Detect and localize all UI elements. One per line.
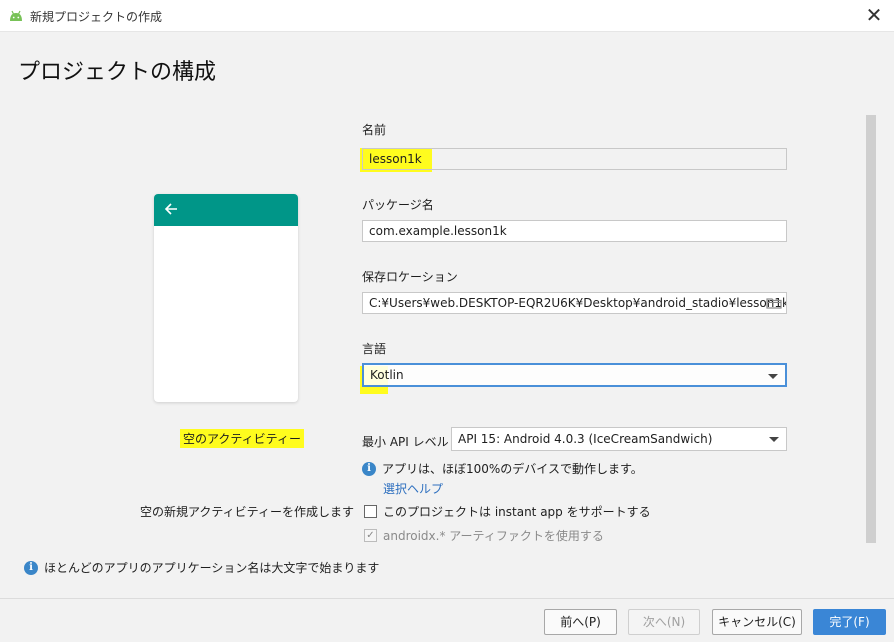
hint-text: ほとんどのアプリのアプリケーション名は大文字で始まります: [44, 561, 380, 575]
info-icon: i: [362, 461, 376, 476]
scrollbar-thumb[interactable]: [866, 115, 876, 543]
package-label: パッケージ名: [362, 198, 434, 212]
help-link[interactable]: 選択ヘルプ: [383, 480, 443, 497]
info-icon: i: [24, 560, 38, 575]
next-button[interactable]: 次へ(N): [628, 609, 700, 635]
app-name-hint: i ほとんどのアプリのアプリケーション名は大文字で始まります: [24, 559, 379, 576]
androidx-row: ✓ androidx.* アーティファクトを使用する: [364, 527, 604, 544]
package-input[interactable]: com.example.lesson1k: [362, 220, 787, 242]
folder-icon[interactable]: [766, 296, 782, 310]
activity-name: 空のアクティビティー: [180, 429, 304, 448]
min-api-value: API 15: Android 4.0.3 (IceCreamSandwich): [458, 432, 713, 446]
preview-app-bar: [154, 194, 298, 226]
chevron-down-icon: [769, 437, 779, 442]
min-api-select[interactable]: API 15: Android 4.0.3 (IceCreamSandwich): [451, 427, 787, 451]
androidx-label: androidx.* アーティファクトを使用する: [383, 529, 604, 543]
location-input[interactable]: C:¥Users¥web.DESKTOP-EQR2U6K¥Desktop¥and…: [362, 292, 787, 314]
finish-button[interactable]: 完了(F): [813, 609, 886, 635]
back-arrow-icon: [164, 203, 177, 215]
activity-description: 空の新規アクティビティーを作成します: [140, 505, 354, 519]
api-info-text: アプリは、ほぼ100%のデバイスで動作します。: [382, 462, 643, 476]
androidx-checkbox: ✓: [364, 529, 377, 542]
location-label: 保存ロケーション: [362, 270, 458, 284]
instant-app-row[interactable]: このプロジェクトは instant app をサポートする: [364, 503, 651, 520]
name-label: 名前: [362, 123, 387, 137]
page-title: プロジェクトの構成: [18, 60, 217, 85]
instant-app-label: このプロジェクトは instant app をサポートする: [383, 505, 651, 519]
name-input[interactable]: lesson1k: [362, 148, 787, 170]
content-panel: [0, 101, 894, 598]
window-title: 新規プロジェクトの作成: [30, 10, 163, 24]
title-bar: 新規プロジェクトの作成 ✕: [0, 0, 894, 32]
activity-preview-card: [154, 194, 298, 402]
language-value: Kotlin: [370, 368, 404, 382]
language-label: 言語: [362, 342, 387, 356]
min-api-label: 最小 API レベル: [362, 435, 449, 449]
chevron-down-icon: [768, 374, 778, 379]
language-select[interactable]: Kotlin: [362, 363, 787, 387]
cancel-button[interactable]: キャンセル(C): [712, 609, 802, 635]
android-icon: [10, 10, 22, 21]
instant-app-checkbox[interactable]: [364, 505, 377, 518]
close-icon[interactable]: ✕: [860, 3, 888, 27]
dialog-header: プロジェクトの構成: [0, 32, 894, 102]
api-info: i アプリは、ほぼ100%のデバイスで動作します。: [362, 460, 643, 477]
previous-button[interactable]: 前へ(P): [544, 609, 617, 635]
